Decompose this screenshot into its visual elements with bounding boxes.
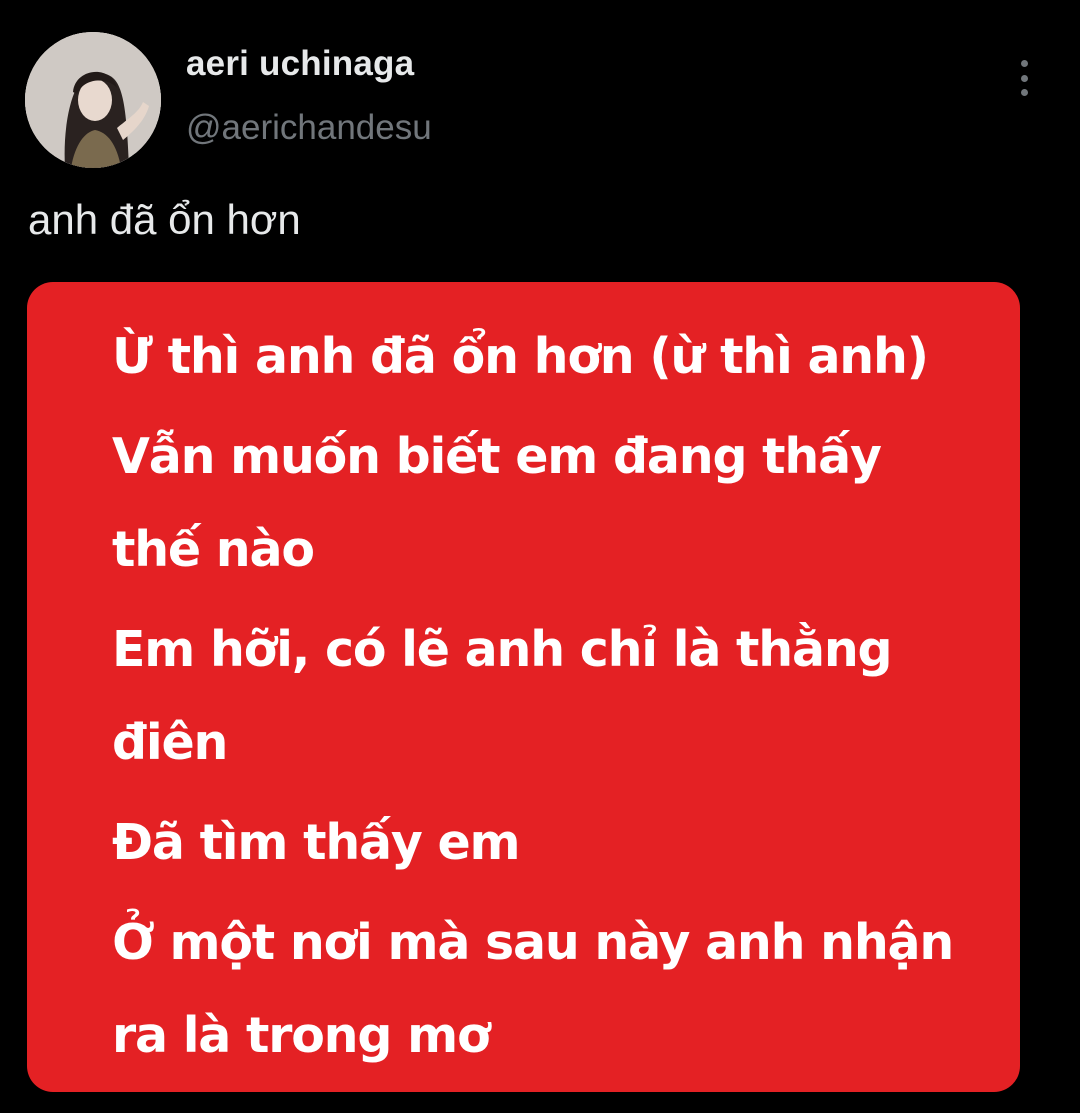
author-display-name[interactable]: aeri uchinaga	[186, 44, 414, 84]
lyric-block: Em hỡi, có lẽ anh chỉ là thằng điên	[112, 603, 980, 789]
lyric-block: Ừ thì anh đã ổn hơn (ừ thì anh)	[112, 310, 980, 403]
lyric-block: Đã tìm thấy em	[112, 796, 980, 889]
lyric-line: ra là trong mơ	[112, 1007, 491, 1064]
lyric-line: Vẫn muốn biết em đang thấy	[112, 428, 882, 485]
lyric-block: Ở một nơi mà sau này anh nhận ra là tron…	[112, 896, 980, 1082]
vertical-ellipsis-icon	[1020, 60, 1028, 67]
lyric-line: Ở một nơi mà sau này anh nhận	[112, 914, 954, 971]
vertical-ellipsis-icon	[1020, 74, 1028, 82]
avatar-photo	[25, 32, 161, 168]
author-handle[interactable]: @aerichandesu	[186, 108, 432, 148]
more-options-button[interactable]	[1004, 56, 1044, 100]
vertical-ellipsis-icon	[1020, 89, 1028, 96]
lyric-line: điên	[112, 714, 228, 771]
lyrics-image-card[interactable]: Ừ thì anh đã ổn hơn (ừ thì anh) Vẫn muốn…	[27, 282, 1020, 1092]
lyric-line: Đã tìm thấy em	[112, 814, 521, 871]
lyric-line: thế nào	[112, 521, 315, 578]
tweet-text: anh đã ổn hơn	[28, 196, 301, 243]
lyric-line: Ừ thì anh đã ổn hơn (ừ thì anh)	[112, 328, 929, 385]
lyric-block: Vẫn muốn biết em đang thấy thế nào	[112, 410, 980, 596]
lyric-line: Em hỡi, có lẽ anh chỉ là thằng	[112, 621, 893, 678]
avatar[interactable]	[25, 32, 161, 168]
